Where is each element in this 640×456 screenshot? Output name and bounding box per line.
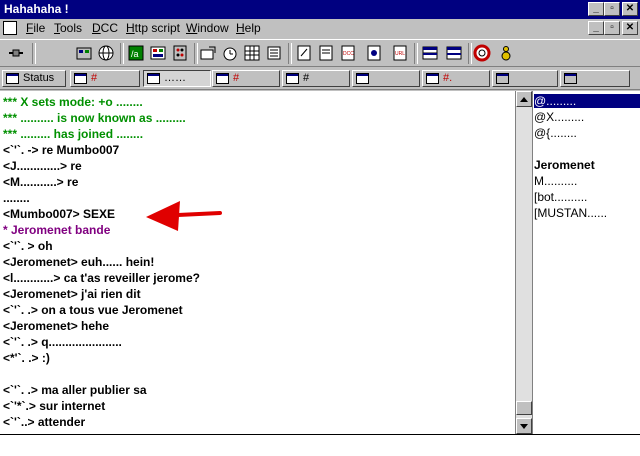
chat-line: *** .......... is now known as ......... <box>3 111 186 125</box>
red-arrow-annotation <box>146 201 222 231</box>
tab-channel[interactable]: # <box>212 70 280 87</box>
tab-channel[interactable]: #. <box>422 70 490 87</box>
tab-status[interactable]: Status <box>2 70 66 87</box>
chat-scrollbar[interactable] <box>516 91 532 434</box>
chat-line: <`'`..> attender <box>3 415 86 429</box>
nick-item[interactable]: @{........ <box>534 126 577 140</box>
toolbar: /a DCC URL <box>0 39 640 67</box>
dcc-chat-icon[interactable] <box>364 43 384 63</box>
scroll-up-button[interactable] <box>516 91 532 107</box>
connect-icon[interactable] <box>6 43 26 63</box>
window-icon <box>216 73 229 84</box>
nick-item[interactable]: @......... <box>534 94 640 108</box>
scroll-down-button[interactable] <box>516 418 532 434</box>
log-icon[interactable] <box>294 43 314 63</box>
menu-window[interactable]: Window <box>186 21 229 35</box>
document-icon[interactable] <box>3 21 17 35</box>
chat-line: <`'`. .> on a tous vue Jeromenet <box>3 303 183 317</box>
child-close-button[interactable]: ✕ <box>622 21 638 35</box>
url-icon[interactable] <box>316 43 336 63</box>
message-input[interactable] <box>0 434 640 456</box>
tab-query[interactable] <box>560 70 630 87</box>
notify-icon[interactable] <box>264 43 284 63</box>
menu-file[interactable]: File <box>26 21 45 35</box>
svg-text:/a: /a <box>131 49 139 59</box>
window-icon <box>564 73 577 84</box>
tab-channel[interactable]: # <box>70 70 140 87</box>
tile-icon[interactable] <box>420 43 440 63</box>
svg-text:URL: URL <box>395 51 405 57</box>
chat-line: <Jeromenet> hehe <box>3 319 110 333</box>
chat-line: <`'*`.> sur internet <box>3 399 106 413</box>
help-icon[interactable] <box>472 43 492 63</box>
chat-line: <`'`. .> ma aller publier sa <box>3 383 147 397</box>
chat-line: <Jeromenet> j'ai rien dit <box>3 287 141 301</box>
options-icon[interactable] <box>74 43 94 63</box>
minimize-button[interactable]: _ <box>588 2 604 16</box>
chat-line: <`'`. -> re Mumbo007 <box>3 143 120 157</box>
nick-item[interactable]: @X......... <box>534 110 584 124</box>
chat-line: <Mumbo007> SEXE <box>3 207 116 221</box>
tab-query[interactable] <box>352 70 420 87</box>
cascade-icon[interactable] <box>444 43 464 63</box>
chat-area[interactable]: *** X sets mode: +o ........ *** .......… <box>0 91 516 434</box>
close-button[interactable]: ✕ <box>622 2 638 16</box>
child-restore-button[interactable]: ▫ <box>604 21 620 35</box>
menu-http-script[interactable]: Http script <box>126 21 180 35</box>
window-title: Hahahaha ! <box>4 2 69 16</box>
remote-icon[interactable] <box>170 43 190 63</box>
chat-line: <`'`. > oh <box>3 239 53 253</box>
scripts-icon[interactable] <box>148 43 168 63</box>
chat-line: ........ <box>3 191 30 205</box>
chat-line: <*'`. .> :) <box>3 351 50 365</box>
switchbar: Status # …… # # #. <box>0 68 640 90</box>
chat-line: * Jeromenet bande <box>3 223 111 237</box>
tab-channel-active[interactable]: …… <box>143 70 211 87</box>
window-icon <box>496 73 509 84</box>
chat-line: <M...........> re <box>3 175 79 189</box>
list-icon[interactable]: URL <box>390 43 410 63</box>
title-bar[interactable]: Hahahaha ! _ ▫ ✕ <box>0 0 640 19</box>
menu-bar: File Tools DCC Http script Window Help <box>0 19 640 38</box>
window-icon <box>426 73 439 84</box>
window-icon <box>356 73 369 84</box>
timer-icon[interactable] <box>220 43 240 63</box>
menu-help[interactable]: Help <box>236 21 261 35</box>
tab-query[interactable] <box>492 70 558 87</box>
chat-line: <Jeromenet> euh...... hein! <box>3 255 155 269</box>
channels-icon[interactable]: /a <box>126 43 146 63</box>
nick-item[interactable]: [bot.......... <box>534 190 587 204</box>
window-icon <box>74 73 87 84</box>
nick-item[interactable]: M.......... <box>534 174 577 188</box>
dcc-send-icon[interactable]: DCC <box>338 43 358 63</box>
address-book-icon[interactable] <box>96 43 116 63</box>
svg-text:DCC: DCC <box>343 51 354 57</box>
nick-list[interactable]: @......... @X......... @{........ Jerome… <box>532 91 640 434</box>
window-icon <box>6 73 19 84</box>
window-icon <box>147 73 160 84</box>
chat-line: <l............> ca t'as reveiller jerome… <box>3 271 200 285</box>
menu-dcc[interactable]: DCC <box>92 21 118 35</box>
nick-item[interactable]: Jeromenet <box>534 158 595 172</box>
child-minimize-button[interactable]: _ <box>588 21 604 35</box>
menu-tools[interactable]: Tools <box>54 21 82 35</box>
colors-icon[interactable] <box>242 43 262 63</box>
chat-line: *** ......... has joined ........ <box>3 127 144 141</box>
window-icon <box>286 73 299 84</box>
aliases-icon[interactable] <box>198 43 218 63</box>
maximize-button[interactable]: ▫ <box>604 2 620 16</box>
chat-line: <J.............> re <box>3 159 82 173</box>
chat-line: *** X sets mode: +o ........ <box>3 95 143 109</box>
about-icon[interactable] <box>496 43 516 63</box>
nick-item[interactable]: [MUSTAN...... <box>534 206 607 220</box>
tab-channel[interactable]: # <box>282 70 350 87</box>
chat-line: <`'`. .> q...................... <box>3 335 122 349</box>
scroll-thumb[interactable] <box>516 401 532 415</box>
